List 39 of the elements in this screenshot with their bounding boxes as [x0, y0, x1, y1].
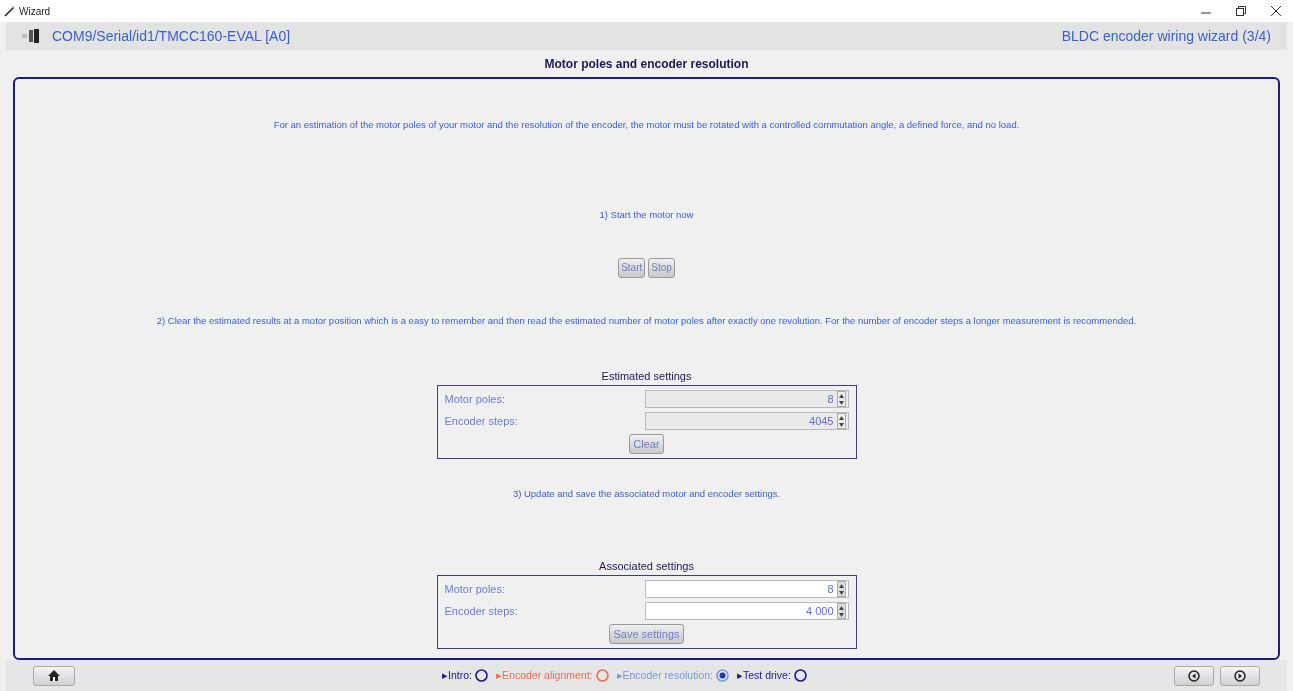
group-title: Estimated settings	[601, 368, 692, 384]
step-link[interactable]: ▸Encoder alignment:	[496, 667, 593, 684]
step-link[interactable]: ▸Test drive:	[737, 667, 791, 684]
step-radio[interactable]	[793, 669, 807, 682]
spinner-arrows-icon[interactable]	[836, 603, 846, 619]
back-icon	[1188, 669, 1200, 682]
window-title: Wizard	[19, 4, 51, 19]
group-title: Associated settings	[599, 558, 694, 574]
next-icon	[1234, 669, 1246, 682]
step-radio[interactable]	[475, 669, 489, 682]
number-field[interactable]: 8	[644, 580, 849, 598]
motor-button[interactable]: Start	[618, 257, 646, 278]
field-label: Encoder steps:	[444, 414, 519, 429]
field-label: Encoder steps:	[444, 603, 519, 619]
step-text: 1) Start the motor now	[599, 208, 694, 223]
field-label: Motor poles:	[444, 392, 507, 407]
connection-label: COM9/Serial/id1/TMCC160-EVAL [A0]	[52, 26, 291, 46]
step-link[interactable]: ▸Intro:	[442, 667, 473, 684]
home-icon	[48, 670, 60, 681]
step-link[interactable]: ▸Encoder resolution:	[616, 667, 713, 684]
step-text: 2) Clear the estimated results at a motor position which is a easy to remember and then read the estimated number of motor poles after exactly one revolution. For the number of encoder steps a longer measurement is recommended.	[155, 313, 1138, 328]
motor-button[interactable]: Stop	[648, 257, 675, 278]
step-text: 3) Update and save the associated motor and encoder settings.	[512, 487, 781, 502]
number-field[interactable]: 4 000	[644, 602, 849, 620]
step-radio[interactable]	[595, 669, 609, 682]
step-radio[interactable]	[716, 669, 729, 682]
field-label: Motor poles:	[444, 581, 507, 597]
restore-icon[interactable]	[1236, 6, 1246, 16]
connector-icon	[22, 29, 40, 43]
intro-text: For an estimation of the motor poles of your motor and the resolution of the encoder, the motor must be rotated with a controlled commutation angle, a defined force, and no load.	[273, 118, 1020, 132]
page-title: Motor poles and encoder resolution	[544, 55, 749, 73]
next-button[interactable]	[1220, 665, 1260, 686]
spinner-arrows-icon[interactable]	[836, 581, 846, 597]
action-button[interactable]: Save settings	[609, 624, 684, 644]
home-button[interactable]	[33, 665, 75, 686]
wizard-step-label: BLDC encoder wiring wizard (3/4)	[1061, 26, 1271, 46]
close-icon[interactable]	[1271, 6, 1281, 16]
back-button[interactable]	[1174, 665, 1214, 686]
wand-icon	[4, 5, 16, 17]
